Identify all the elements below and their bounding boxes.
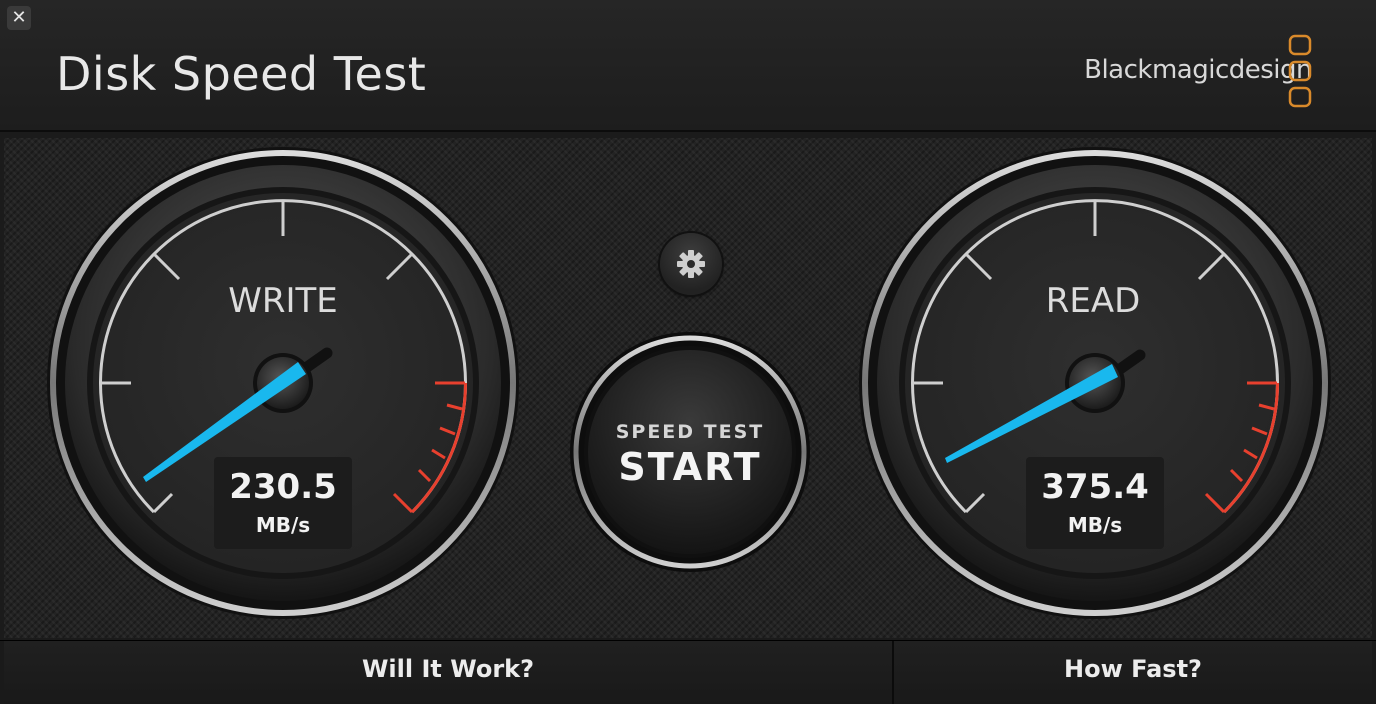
write-unit: MB/s	[255, 513, 311, 537]
write-value: 230.5	[229, 467, 337, 507]
start-label: START	[618, 445, 762, 489]
read-unit: MB/s	[1067, 513, 1123, 537]
read-readout: 375.4 MB/s	[1026, 457, 1164, 549]
read-label: READ	[1045, 281, 1141, 321]
read-value: 375.4	[1041, 467, 1149, 507]
start-subtitle: SPEED TEST	[615, 421, 765, 443]
write-label: WRITE	[228, 281, 338, 321]
app-window: ✕ Disk Speed Test Blackmagicdesign WRITE…	[0, 0, 1376, 704]
gear-icon	[677, 250, 705, 278]
write-readout: 230.5 MB/s	[214, 457, 352, 549]
start-button[interactable]: SPEED TEST START	[570, 332, 810, 572]
tab-will-it-work[interactable]: Will It Work?	[4, 641, 894, 704]
settings-button[interactable]	[660, 233, 722, 295]
footer-tabs: Will It Work? How Fast?	[0, 640, 1376, 704]
tab-how-fast[interactable]: How Fast?	[894, 641, 1372, 704]
